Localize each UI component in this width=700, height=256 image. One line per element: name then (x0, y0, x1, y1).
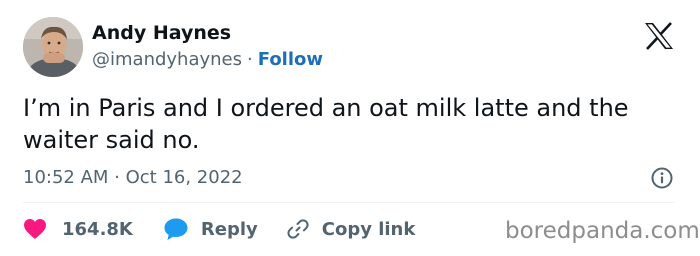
x-logo-icon[interactable] (644, 22, 674, 50)
author-name[interactable]: Andy Haynes (92, 21, 231, 45)
like-button[interactable]: 164.8K (23, 218, 133, 240)
avatar-photo (23, 17, 83, 77)
action-bar: 164.8K Reply Copy link (23, 214, 415, 244)
tweet-card: Andy Haynes @imandyhaynes · Follow I’m in … (0, 0, 700, 256)
copy-link-button[interactable]: Copy link (286, 217, 416, 241)
tweet-timestamp[interactable]: 10:52 AM · Oct 16, 2022 (23, 166, 243, 190)
like-count: 164.8K (62, 218, 133, 240)
link-icon (287, 219, 309, 239)
divider (23, 202, 675, 203)
copy-link-label: Copy link (321, 218, 416, 240)
reply-bubble-icon (164, 218, 188, 240)
reply-label: Reply (200, 218, 258, 240)
author-handle-row: @imandyhaynes · Follow (92, 48, 323, 72)
author-handle[interactable]: @imandyhaynes (92, 49, 242, 70)
watermark: boredpanda.com (505, 218, 700, 244)
tweet-text: I’m in Paris and I ordered an oat milk l… (23, 94, 629, 154)
reply-button[interactable]: Reply (163, 217, 258, 241)
info-icon[interactable] (650, 166, 674, 190)
heart-icon (24, 219, 46, 239)
handle-separator: · (247, 49, 253, 70)
avatar[interactable] (23, 17, 83, 77)
follow-button[interactable]: Follow (258, 49, 323, 70)
